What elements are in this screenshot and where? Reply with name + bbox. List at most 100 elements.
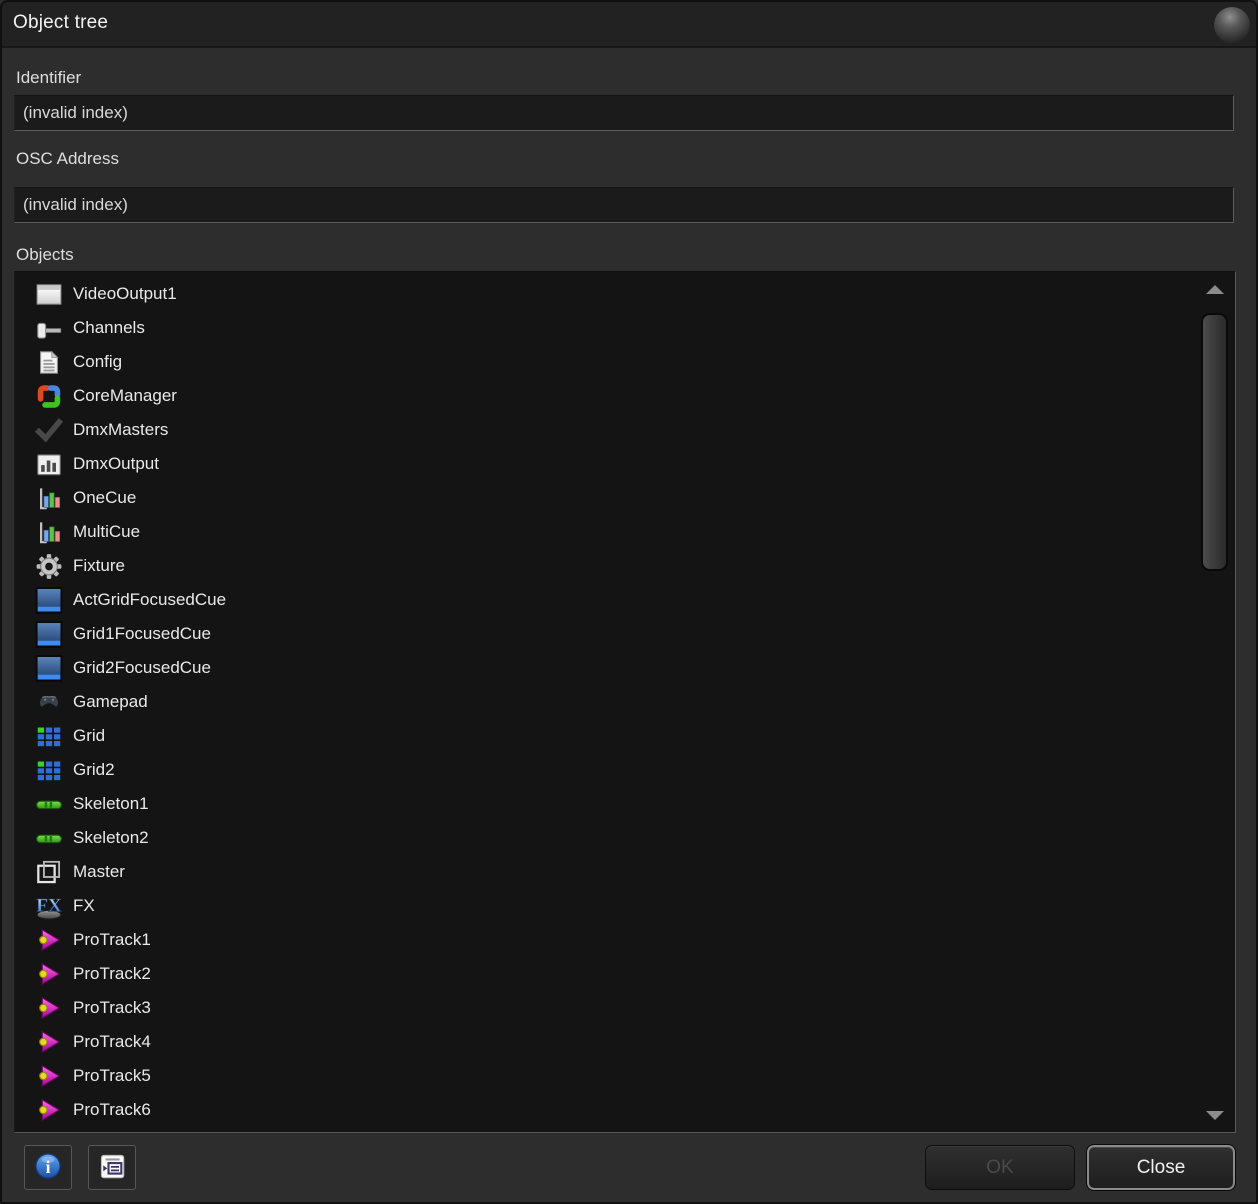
list-item[interactable]: DmxMasters xyxy=(34,413,1235,447)
list-item-label: Master xyxy=(73,862,125,882)
info-button[interactable]: i xyxy=(24,1145,72,1190)
list-item-label: ProTrack5 xyxy=(73,1066,151,1086)
list-item[interactable]: ActGridFocusedCue xyxy=(34,583,1235,617)
list-item-label: VideoOutput1 xyxy=(73,284,177,304)
list-item[interactable]: VideoOutput1 xyxy=(34,277,1235,311)
list-item-label: ProTrack6 xyxy=(73,1100,151,1120)
list-item-label: MultiCue xyxy=(73,522,140,542)
core-manager-icon xyxy=(34,382,64,410)
scroll-up-icon xyxy=(1206,285,1224,294)
list-item[interactable]: ProTrack2 xyxy=(34,957,1235,991)
titlebar: Object tree xyxy=(0,0,1258,48)
ok-button[interactable]: OK xyxy=(925,1145,1075,1190)
window-orb-button[interactable] xyxy=(1214,7,1250,43)
blue-cue-icon xyxy=(34,620,64,648)
list-item-label: Skeleton1 xyxy=(73,794,149,814)
scroll-up-button[interactable] xyxy=(1201,281,1228,297)
blue-cue-icon xyxy=(34,586,64,614)
list-item-label: Gamepad xyxy=(73,692,148,712)
svg-text:FX: FX xyxy=(36,895,62,916)
list-item[interactable]: Master xyxy=(34,855,1235,889)
list-item-label: ProTrack4 xyxy=(73,1032,151,1052)
video-output-icon xyxy=(34,280,64,308)
list-item[interactable]: Skeleton2 xyxy=(34,821,1235,855)
list-item-label: DmxMasters xyxy=(73,420,168,440)
svg-text:i: i xyxy=(46,1157,51,1177)
list-item-label: FX xyxy=(73,896,95,916)
gear-icon xyxy=(34,552,64,580)
scrollbar[interactable] xyxy=(1201,281,1228,1123)
list-item[interactable]: Config xyxy=(34,345,1235,379)
list-item-label: ProTrack3 xyxy=(73,998,151,1018)
osc-address-label: OSC Address xyxy=(16,149,119,169)
cue-bars-icon xyxy=(34,484,64,512)
list-item-label: Channels xyxy=(73,318,145,338)
list-item-label: Grid2FocusedCue xyxy=(73,658,211,678)
identifier-label: Identifier xyxy=(16,68,81,88)
list-item[interactable]: Channels xyxy=(34,311,1235,345)
list-item[interactable]: Grid2 xyxy=(34,753,1235,787)
list-item-label: Grid2 xyxy=(73,760,115,780)
list-item[interactable]: ProTrack6 xyxy=(34,1093,1235,1127)
protrack-icon xyxy=(34,1130,64,1133)
scroll-down-icon xyxy=(1206,1111,1224,1120)
list-item-label: CoreManager xyxy=(73,386,177,406)
list-item[interactable]: OneCue xyxy=(34,481,1235,515)
panel-button[interactable] xyxy=(88,1145,136,1190)
list-item-label: Fixture xyxy=(73,556,125,576)
list-item[interactable]: DmxOutput xyxy=(34,447,1235,481)
list-item[interactable]: CoreManager xyxy=(34,379,1235,413)
skeleton-icon xyxy=(34,824,64,852)
list-item-label: ProTrack2 xyxy=(73,964,151,984)
info-icon: i xyxy=(34,1152,62,1183)
dialog-title: Object tree xyxy=(13,12,108,34)
protrack-icon xyxy=(34,926,64,954)
checkmark-icon xyxy=(34,416,64,444)
list-item[interactable]: Grid1FocusedCue xyxy=(34,617,1235,651)
list-item-label: ActGridFocusedCue xyxy=(73,590,226,610)
bar-chart-box-icon xyxy=(34,450,64,478)
grid-icon xyxy=(34,756,64,784)
list-item-label: Config xyxy=(73,352,122,372)
list-item[interactable]: ProTrack4 xyxy=(34,1025,1235,1059)
list-item-label: ProTrack1 xyxy=(73,930,151,950)
list-item[interactable]: FX FX xyxy=(34,889,1235,923)
osc-address-field[interactable]: (invalid index) xyxy=(14,187,1234,223)
list-item[interactable]: ProTrack3 xyxy=(34,991,1235,1025)
list-item[interactable]: MultiCue xyxy=(34,515,1235,549)
object-tree-dialog: Object tree Identifier (invalid index) O… xyxy=(0,0,1258,1204)
channels-icon xyxy=(34,314,64,342)
list-item[interactable]: Fixture xyxy=(34,549,1235,583)
grid-icon xyxy=(34,722,64,750)
gamepad-icon xyxy=(34,688,64,716)
close-button[interactable]: Close xyxy=(1087,1145,1235,1190)
protrack-icon xyxy=(34,994,64,1022)
list-item-label: OneCue xyxy=(73,488,136,508)
protrack-icon xyxy=(34,1096,64,1124)
protrack-icon xyxy=(34,1028,64,1056)
list-item-label: Skeleton2 xyxy=(73,828,149,848)
scroll-thumb[interactable] xyxy=(1201,313,1228,571)
skeleton-icon xyxy=(34,790,64,818)
panel-icon xyxy=(98,1152,126,1183)
protrack-icon xyxy=(34,960,64,988)
identifier-field[interactable]: (invalid index) xyxy=(14,95,1234,131)
list-item[interactable]: ProTrack5 xyxy=(34,1059,1235,1093)
list-item-label: Grid1FocusedCue xyxy=(73,624,211,644)
scroll-down-button[interactable] xyxy=(1201,1107,1228,1123)
master-icon xyxy=(34,858,64,886)
blue-cue-icon xyxy=(34,654,64,682)
fx-icon: FX xyxy=(34,892,64,920)
objects-list[interactable]: VideoOutput1 Channels Config CoreManager Dmx… xyxy=(14,271,1236,1133)
list-item[interactable]: Gamepad xyxy=(34,685,1235,719)
list-item[interactable] xyxy=(34,1127,1235,1133)
list-item[interactable]: ProTrack1 xyxy=(34,923,1235,957)
list-item-label: Grid xyxy=(73,726,105,746)
objects-label: Objects xyxy=(16,245,74,265)
cue-bars-icon xyxy=(34,518,64,546)
list-item[interactable]: Skeleton1 xyxy=(34,787,1235,821)
list-item[interactable]: Grid2FocusedCue xyxy=(34,651,1235,685)
list-item[interactable]: Grid xyxy=(34,719,1235,753)
list-item-label: DmxOutput xyxy=(73,454,159,474)
config-icon xyxy=(34,348,64,376)
